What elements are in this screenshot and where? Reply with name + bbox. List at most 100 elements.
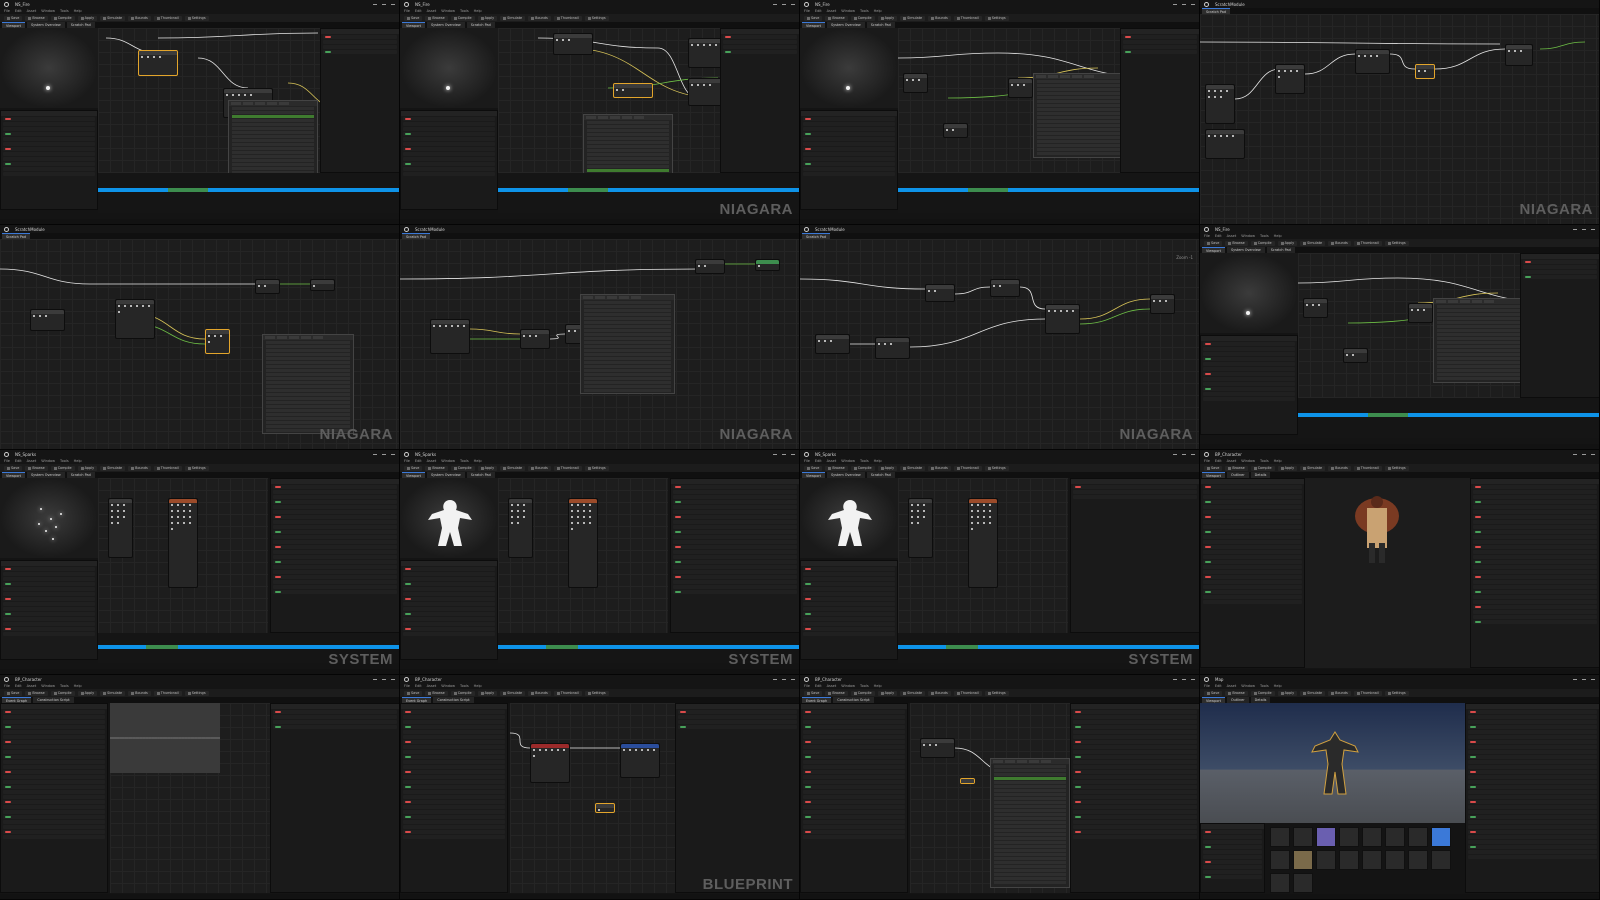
panel-row[interactable] (1473, 545, 1597, 549)
filter-chip[interactable] (255, 102, 265, 105)
toolbar-button[interactable]: Compile (850, 465, 875, 471)
panel-row[interactable] (1203, 535, 1302, 539)
node-pin[interactable] (539, 749, 541, 751)
menu-entry[interactable] (266, 341, 350, 344)
panel-row[interactable] (1123, 35, 1197, 39)
panel-row[interactable] (3, 785, 105, 789)
toolbar-button[interactable]: Compile (850, 690, 875, 696)
node-pin[interactable] (208, 341, 210, 343)
node-pin[interactable] (557, 749, 559, 751)
filter-chip[interactable] (277, 336, 287, 339)
panel-row[interactable] (803, 132, 895, 136)
node-pin[interactable] (1220, 96, 1222, 98)
panel-row[interactable] (803, 572, 895, 576)
asset-thumbnail[interactable] (1408, 850, 1428, 870)
node-pin[interactable] (911, 516, 913, 518)
panel-row[interactable] (1203, 865, 1262, 869)
node-pin[interactable] (189, 504, 191, 506)
menu-entry[interactable] (994, 865, 1066, 868)
panel-row[interactable] (673, 495, 797, 499)
node-pin[interactable] (117, 510, 119, 512)
menu-entry[interactable] (584, 325, 671, 328)
minimize-button[interactable] (773, 453, 777, 455)
node-pin[interactable] (589, 504, 591, 506)
node-pin[interactable] (111, 510, 113, 512)
graph-node[interactable] (1045, 304, 1080, 334)
panel-row[interactable] (403, 597, 495, 601)
node-pin[interactable] (208, 335, 210, 337)
node-pin[interactable] (589, 522, 591, 524)
minimize-button[interactable] (1573, 228, 1577, 230)
node-pin[interactable] (39, 315, 41, 317)
panel-row[interactable] (1073, 815, 1197, 819)
node-graph[interactable] (400, 239, 799, 449)
panel-row[interactable] (1203, 520, 1302, 524)
node-pin[interactable] (977, 516, 979, 518)
toolbar-button[interactable]: Apply (1277, 690, 1298, 696)
graph-node[interactable] (1205, 129, 1245, 159)
toolbar-button[interactable]: Save (1204, 465, 1223, 471)
graph-node[interactable] (108, 498, 133, 558)
toolbar-button[interactable]: Save (1204, 690, 1223, 696)
node-pin[interactable] (1048, 310, 1050, 312)
panel-row[interactable] (803, 127, 895, 131)
panel-row[interactable] (803, 577, 895, 581)
panel-row[interactable] (3, 765, 105, 769)
timeline-panel[interactable] (898, 173, 1199, 213)
menu-item[interactable]: Tools (1260, 234, 1269, 238)
menu-entry[interactable] (1037, 92, 1124, 95)
panel-row[interactable] (403, 162, 495, 166)
toolbar-button[interactable]: Thumbnail (553, 15, 582, 21)
toolbar-button[interactable]: Simulate (900, 465, 926, 471)
maximize-button[interactable] (782, 3, 786, 5)
maximize-button[interactable] (1182, 3, 1186, 5)
node-pin[interactable] (923, 510, 925, 512)
panel-row[interactable] (1203, 397, 1295, 401)
action-menu[interactable] (1033, 73, 1128, 158)
asset-thumbnail[interactable] (1270, 827, 1290, 847)
panel-row[interactable] (1073, 825, 1197, 829)
panel-row[interactable] (403, 795, 505, 799)
preview-viewport[interactable] (400, 28, 498, 108)
node-pin[interactable] (971, 516, 973, 518)
panel-row[interactable] (1473, 600, 1597, 604)
menu-entry[interactable] (994, 785, 1066, 788)
menu-entry[interactable] (587, 145, 669, 148)
toolbar-button[interactable]: Settings (184, 15, 209, 21)
graph-node[interactable] (925, 284, 955, 302)
node-pin[interactable] (878, 343, 880, 345)
panel-row[interactable] (1473, 550, 1597, 554)
menu-item[interactable]: File (804, 459, 810, 463)
maximize-button[interactable] (1182, 453, 1186, 455)
graph-node[interactable] (205, 329, 230, 354)
filter-chip[interactable] (1472, 300, 1482, 303)
node-pin[interactable] (183, 522, 185, 524)
menu-entry[interactable] (1437, 361, 1524, 364)
node-pin[interactable] (545, 749, 547, 751)
panel-row[interactable] (803, 632, 895, 636)
menu-entry[interactable] (232, 139, 314, 142)
panel-row[interactable] (3, 152, 95, 156)
toolbar-button[interactable]: Bounds (528, 690, 551, 696)
menu-entry[interactable] (266, 373, 350, 376)
panel-row[interactable] (803, 147, 895, 151)
panel-row[interactable] (3, 835, 105, 839)
node-pin[interactable] (177, 516, 179, 518)
panel-row[interactable] (3, 132, 95, 136)
maximize-button[interactable] (1582, 678, 1586, 680)
panel-row[interactable] (3, 127, 95, 131)
panel-row[interactable] (1473, 570, 1597, 574)
panel-row[interactable] (1203, 585, 1302, 589)
panel-row[interactable] (803, 760, 905, 764)
node-pin[interactable] (715, 44, 717, 46)
panel-row[interactable] (3, 740, 105, 744)
node-pin[interactable] (917, 522, 919, 524)
node-pin[interactable] (989, 504, 991, 506)
menu-item[interactable]: Asset (827, 684, 837, 688)
menu-item[interactable]: Window (441, 459, 455, 463)
asset-thumbnail[interactable] (1431, 850, 1451, 870)
panel-row[interactable] (803, 602, 895, 606)
menu-entry[interactable] (266, 389, 350, 392)
node-pin[interactable] (830, 340, 832, 342)
toolbar-button[interactable]: Simulate (900, 690, 926, 696)
